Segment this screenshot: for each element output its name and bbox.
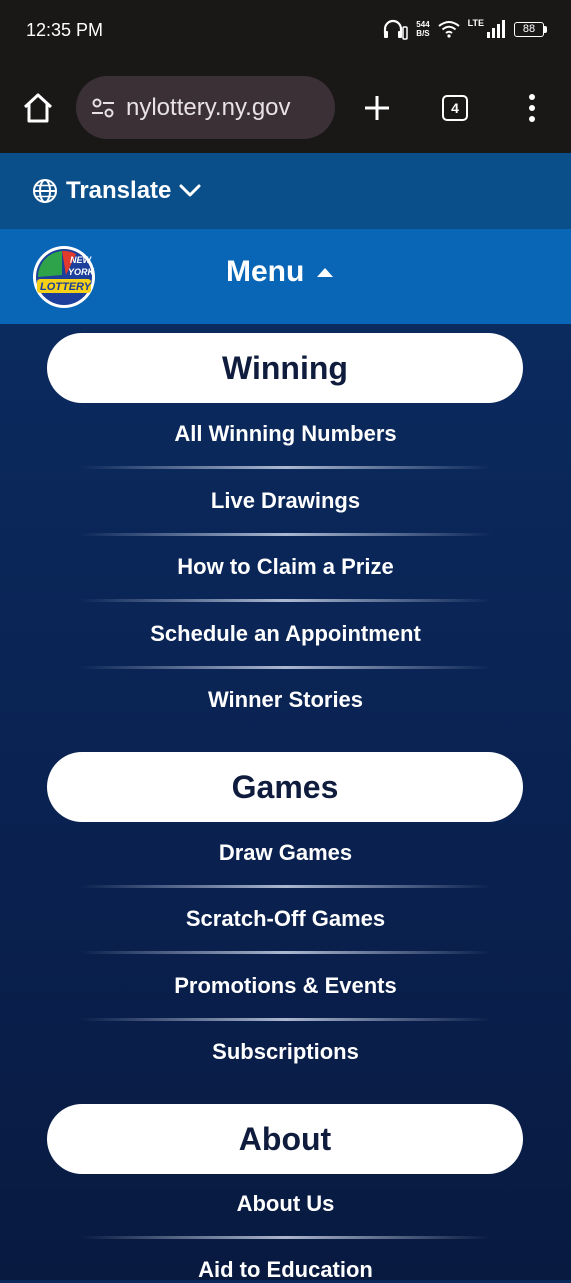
menu-toggle-button[interactable]: Menu bbox=[226, 255, 334, 289]
section-winning[interactable]: Winning bbox=[47, 333, 523, 403]
divider bbox=[80, 599, 491, 602]
headphones-icon bbox=[384, 19, 409, 40]
section-about[interactable]: About bbox=[47, 1104, 523, 1174]
globe-icon bbox=[33, 179, 57, 203]
divider bbox=[80, 885, 491, 888]
link-schedule-appointment[interactable]: Schedule an Appointment bbox=[0, 621, 571, 647]
status-icons: 544 B/S LTE 88 bbox=[382, 18, 547, 40]
menu-bar: NEW YORK LOTTERY Menu bbox=[0, 229, 571, 324]
link-live-drawings[interactable]: Live Drawings bbox=[0, 488, 571, 514]
divider bbox=[80, 533, 491, 536]
network-speed: 544 B/S bbox=[416, 20, 429, 38]
status-time: 12:35 PM bbox=[26, 20, 104, 40]
browser-toolbar: nylottery.ny.gov 4 bbox=[0, 62, 571, 153]
link-scratch-off-games[interactable]: Scratch-Off Games bbox=[0, 906, 571, 932]
tab-switcher-button[interactable]: 4 bbox=[442, 95, 468, 121]
link-draw-games[interactable]: Draw Games bbox=[0, 840, 571, 866]
speed-value: 544 bbox=[416, 20, 430, 29]
svg-text:NEW: NEW bbox=[70, 255, 93, 265]
link-winner-stories[interactable]: Winner Stories bbox=[0, 687, 571, 713]
translate-label: Translate bbox=[66, 177, 172, 204]
divider bbox=[80, 1018, 491, 1021]
tab-count: 4 bbox=[451, 100, 459, 116]
battery-level: 88 bbox=[522, 23, 536, 35]
chevron-down-icon bbox=[179, 184, 201, 197]
status-bar: 12:35 PM 544 B/S LTE 88 bbox=[0, 0, 571, 62]
link-aid-to-education[interactable]: Aid to Education bbox=[0, 1257, 571, 1283]
svg-text:LOTTERY: LOTTERY bbox=[40, 281, 93, 293]
wifi-icon bbox=[438, 21, 460, 38]
translate-button[interactable]: Translate bbox=[32, 177, 201, 205]
link-about-us[interactable]: About Us bbox=[0, 1191, 571, 1217]
speed-unit: B/S bbox=[416, 29, 430, 38]
caret-up-icon bbox=[317, 267, 334, 277]
link-all-winning-numbers[interactable]: All Winning Numbers bbox=[0, 421, 571, 447]
section-games[interactable]: Games bbox=[47, 752, 523, 822]
menu-label: Menu bbox=[226, 255, 305, 288]
translate-bar: Translate bbox=[0, 153, 571, 229]
more-options-icon[interactable] bbox=[524, 92, 540, 124]
link-how-to-claim-a-prize[interactable]: How to Claim a Prize bbox=[0, 554, 571, 580]
divider bbox=[80, 1236, 491, 1239]
url-text[interactable]: nylottery.ny.gov bbox=[126, 94, 291, 122]
link-subscriptions[interactable]: Subscriptions bbox=[0, 1039, 571, 1065]
site-settings-icon[interactable] bbox=[90, 95, 116, 121]
ny-lottery-logo[interactable]: NEW YORK LOTTERY bbox=[32, 245, 96, 309]
battery-indicator: 88 bbox=[514, 21, 547, 37]
signal-icon bbox=[487, 20, 505, 38]
menu-panel: Winning All Winning Numbers Live Drawing… bbox=[0, 324, 571, 1283]
new-tab-icon[interactable] bbox=[361, 92, 393, 124]
divider bbox=[80, 951, 491, 954]
svg-text:YORK: YORK bbox=[68, 267, 96, 277]
link-promotions-events[interactable]: Promotions & Events bbox=[0, 973, 571, 999]
network-type: LTE bbox=[467, 18, 484, 28]
home-icon[interactable] bbox=[20, 90, 56, 126]
address-bar[interactable]: nylottery.ny.gov bbox=[76, 76, 335, 139]
divider bbox=[80, 666, 491, 669]
divider bbox=[80, 466, 491, 469]
